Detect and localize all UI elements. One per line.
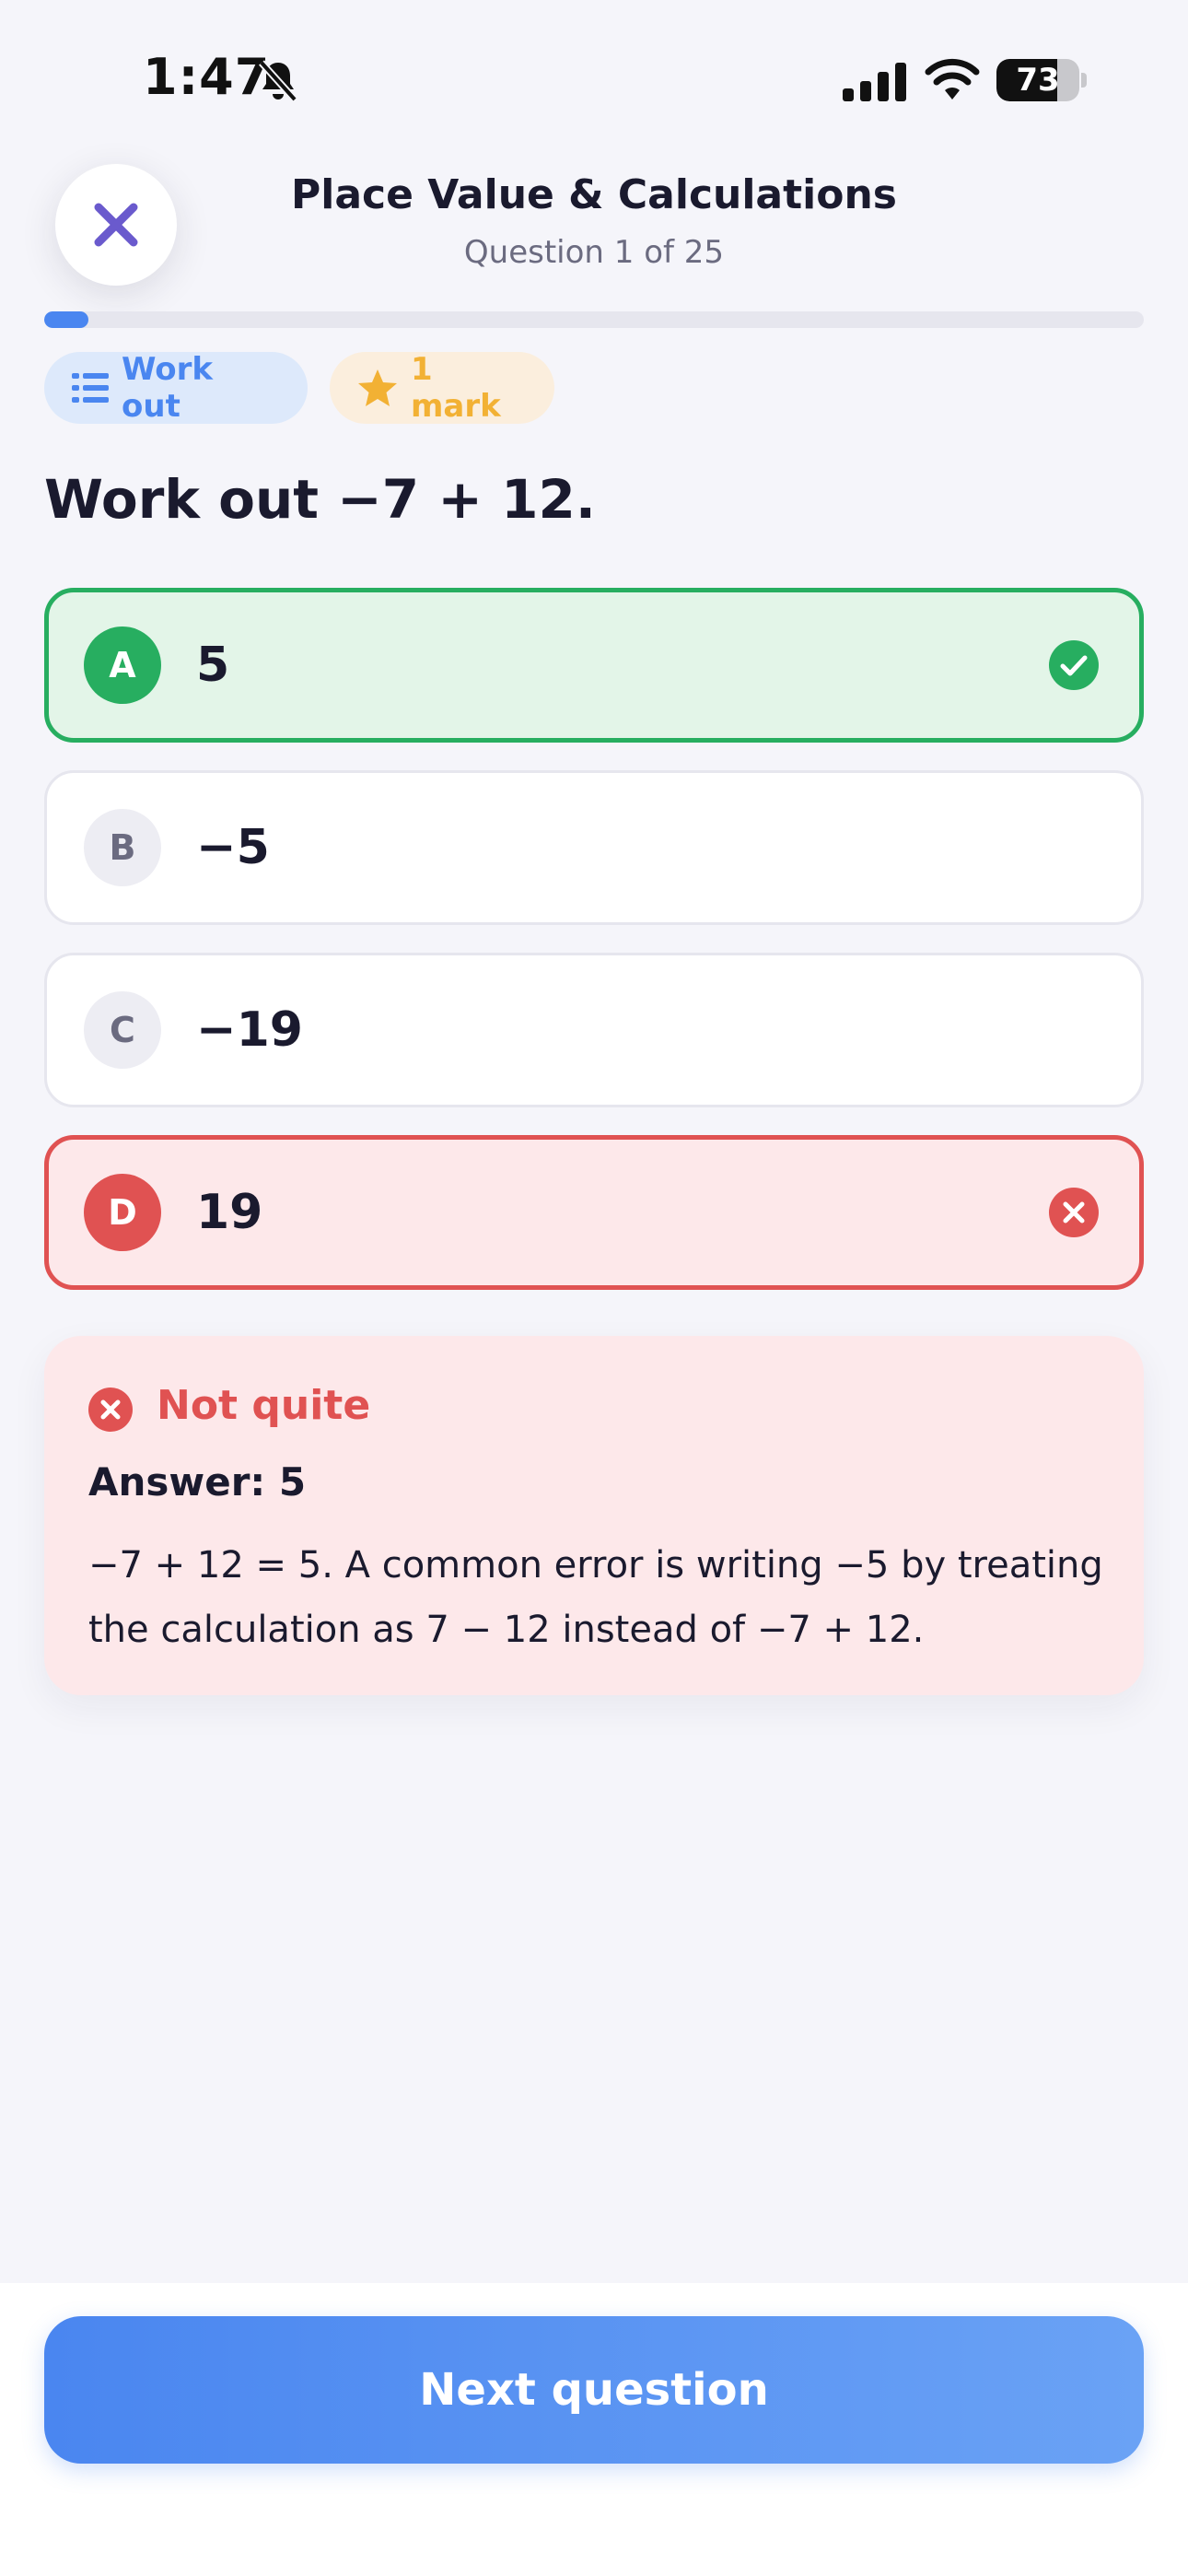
tag-marks: 1 mark xyxy=(330,351,554,425)
battery-level: 73 xyxy=(1016,62,1060,99)
feedback-explanation: −7 + 12 = 5. A common error is writing −… xyxy=(88,1544,1103,1651)
option-letter: B xyxy=(84,809,161,886)
question-text: Work out −7 + 12. xyxy=(44,468,596,531)
status-bar: 1:47 73 xyxy=(0,0,1188,157)
option-d[interactable]: D 19 xyxy=(44,1135,1144,1290)
page-title: Place Value & Calculations xyxy=(291,171,897,218)
option-letter: C xyxy=(84,991,161,1069)
x-circle-icon xyxy=(1049,1188,1099,1237)
option-letter: D xyxy=(84,1174,161,1251)
status-time: 1:47 xyxy=(143,48,271,106)
option-value: 5 xyxy=(196,638,230,693)
option-c[interactable]: C −19 xyxy=(44,953,1144,1107)
tag-label: Work out xyxy=(122,351,214,425)
battery-indicator: 73 xyxy=(996,59,1087,101)
bottom-bar: Next question xyxy=(0,2283,1188,2576)
feedback-title: Not quite xyxy=(157,1382,371,1429)
option-value: −5 xyxy=(196,820,270,875)
next-question-button[interactable]: Next question xyxy=(44,2316,1144,2464)
tag-label: 1 mark xyxy=(411,351,501,425)
option-b[interactable]: B −5 xyxy=(44,770,1144,925)
feedback-card: Not quite Answer: 5 −7 + 12 = 5. A commo… xyxy=(44,1336,1144,1695)
list-icon xyxy=(72,373,109,403)
quiz-screen: 1:47 73 Place Value & Calculations Quest… xyxy=(0,0,1188,2576)
option-a[interactable]: A 5 xyxy=(44,588,1144,743)
check-circle-icon xyxy=(1049,640,1099,690)
progress-bar xyxy=(44,311,1144,328)
question-counter: Question 1 of 25 xyxy=(463,234,725,271)
option-value: −19 xyxy=(196,1002,303,1058)
cellular-signal-icon xyxy=(843,63,906,101)
progress-fill xyxy=(44,311,88,328)
option-letter: A xyxy=(84,626,161,704)
tag-work-out: Work out xyxy=(44,351,308,425)
feedback-answer: Answer: 5 xyxy=(88,1459,307,1505)
bell-muted-icon xyxy=(259,60,297,102)
option-value: 19 xyxy=(196,1185,263,1240)
x-circle-icon xyxy=(88,1388,133,1432)
star-icon xyxy=(358,369,397,406)
wifi-icon xyxy=(925,58,980,100)
